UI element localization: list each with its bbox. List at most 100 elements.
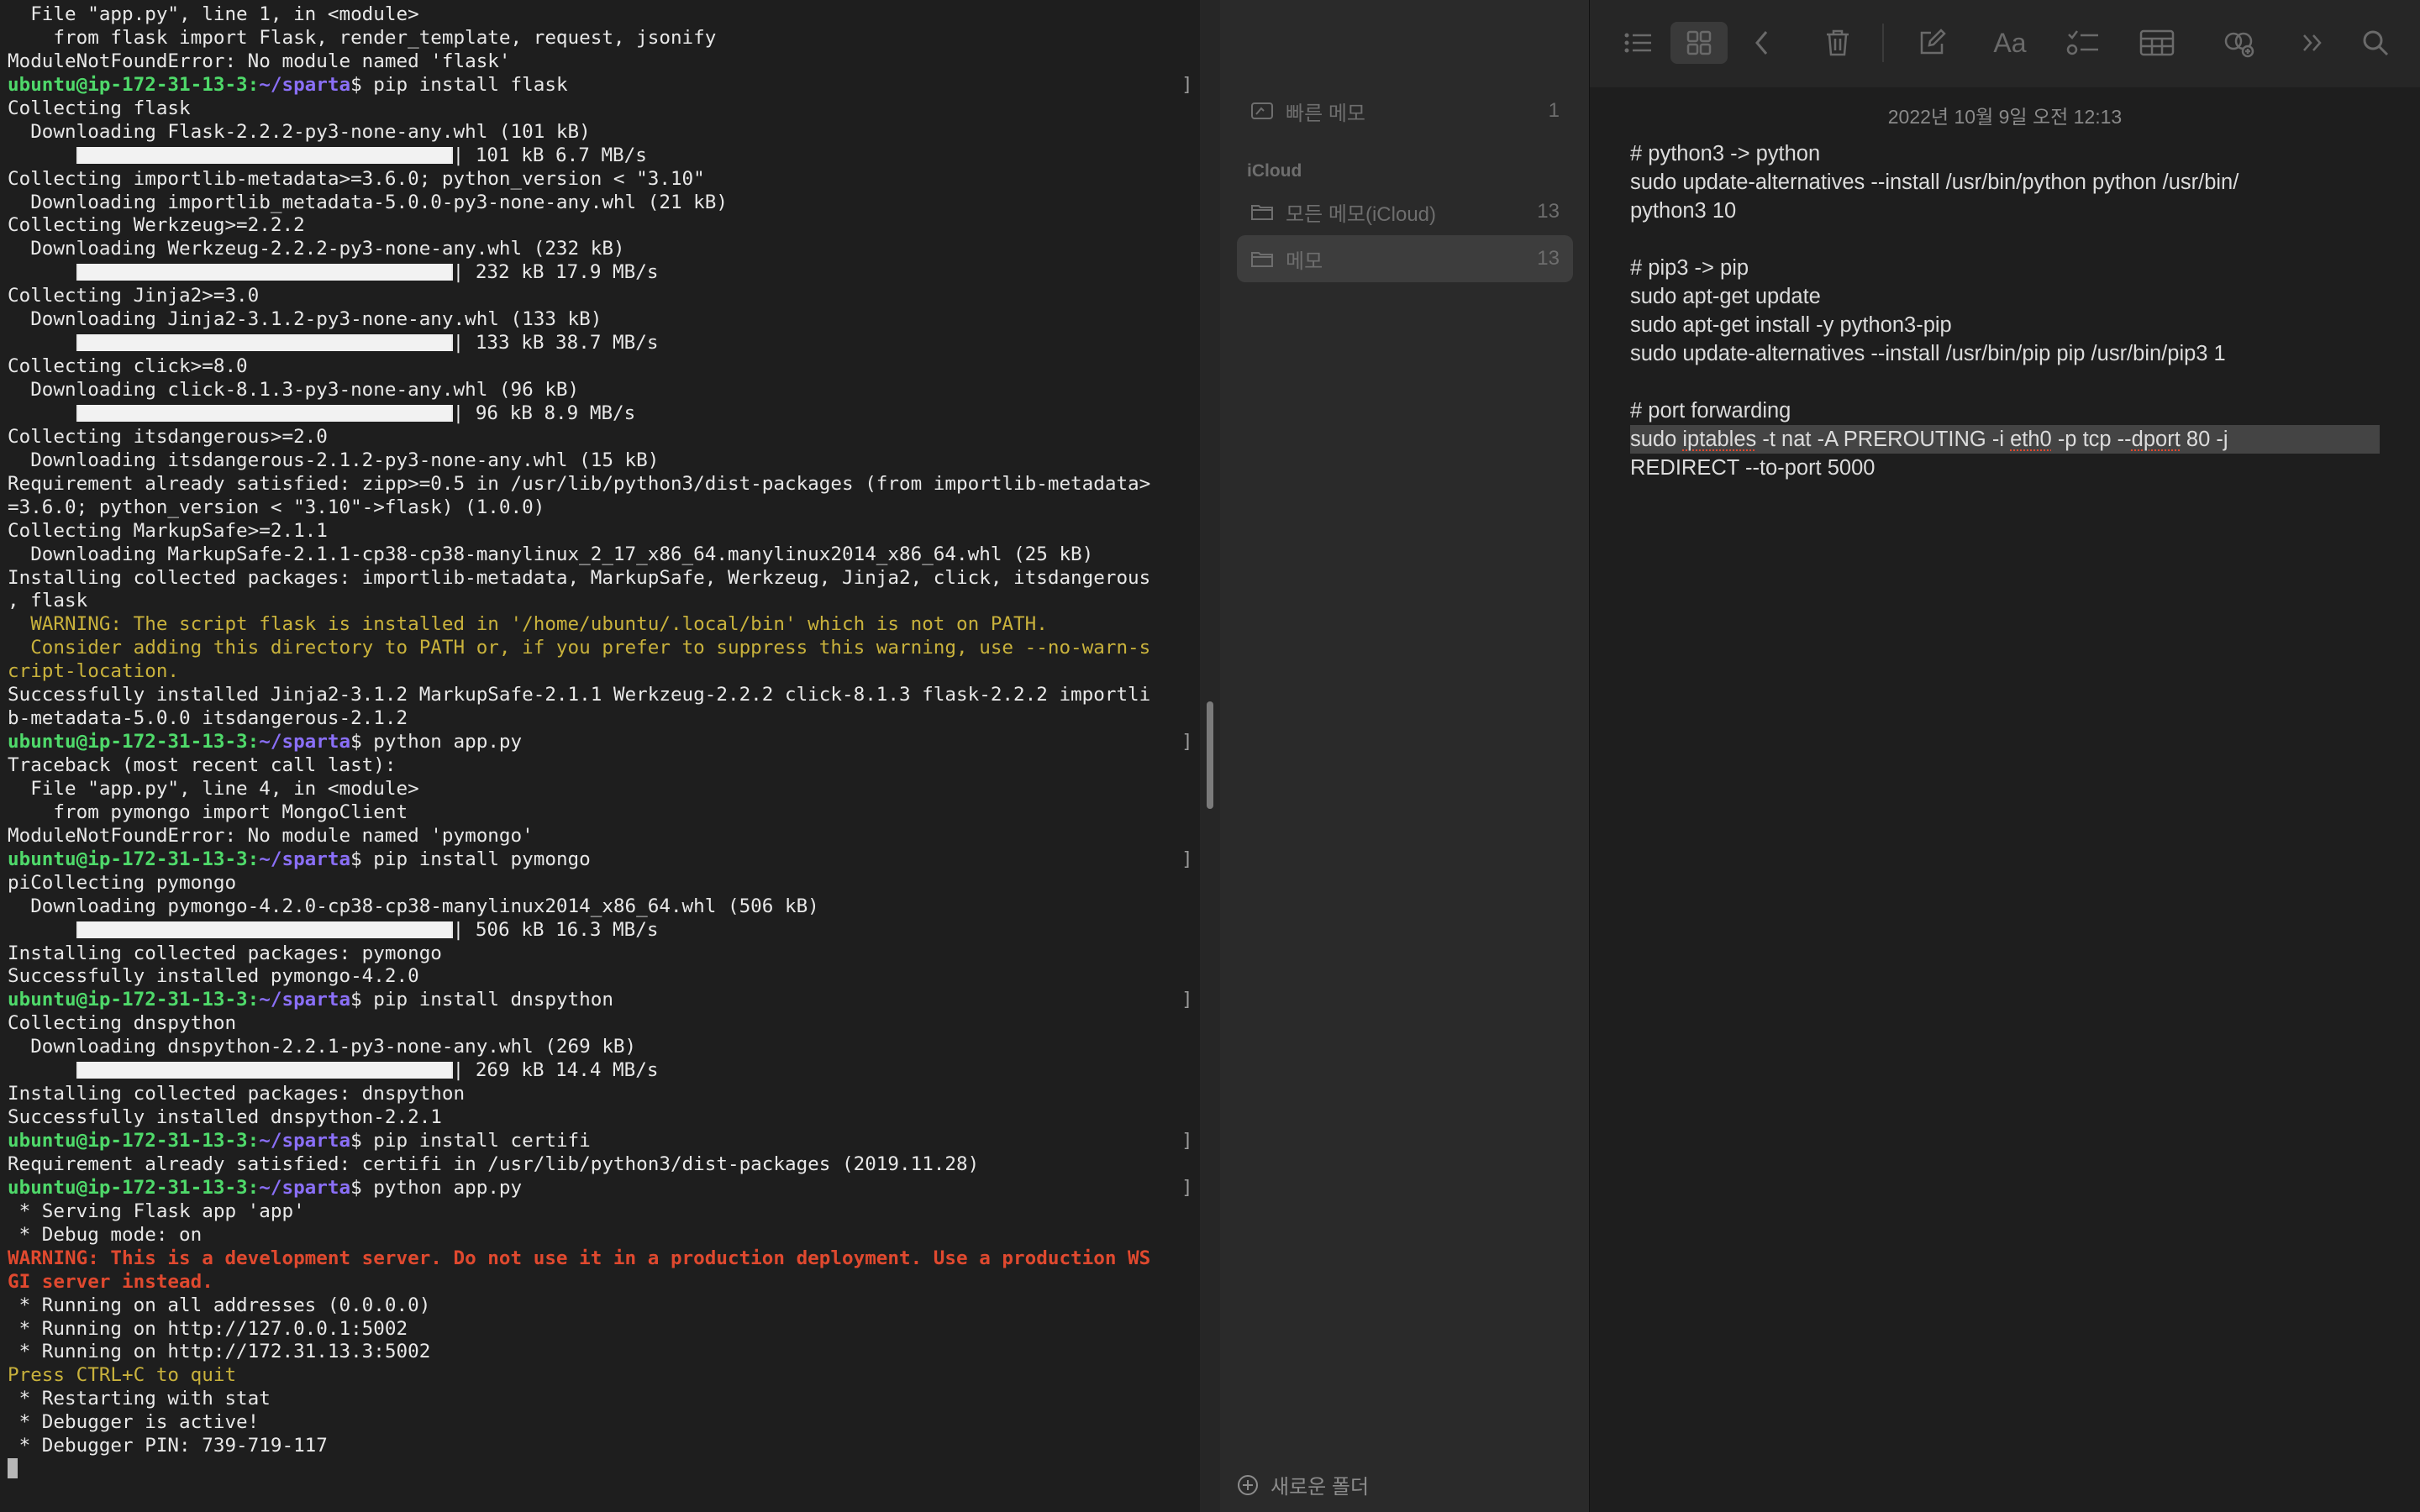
grid-icon — [1686, 30, 1712, 55]
folder-notes[interactable]: 메모 13 — [1237, 235, 1573, 282]
terminal-prompt-line: ubuntu@ip-172-31-13-3:~/sparta$ pip inst… — [8, 848, 1193, 872]
download-progress-line: | 96 kB 8.9 MB/s — [8, 402, 1150, 426]
folder-label: 모든 메모(iCloud) — [1286, 202, 1437, 226]
quick-note-icon — [1251, 102, 1273, 119]
terminal-text: Requirement already satisfied: certifi i… — [8, 1152, 980, 1175]
selected-note-line: sudo iptables -t nat -A PREROUTING -i et… — [1630, 425, 2380, 454]
terminal-line: WARNING: This is a development server. D… — [8, 1247, 1150, 1271]
terminal-line: * Debugger is active! — [8, 1411, 1150, 1435]
prompt-separator: : — [247, 1176, 260, 1199]
note-line — [1630, 368, 2386, 396]
checklist-button[interactable] — [2062, 22, 2104, 64]
delete-button[interactable] — [1817, 22, 1859, 64]
prompt-path: ~/sparta — [259, 73, 351, 96]
new-folder-label: 새로운 폴더 — [1270, 1476, 1370, 1499]
terminal-line: Downloading MarkupSafe-2.1.1-cp38-cp38-m… — [8, 543, 1150, 567]
terminal-line: Successfully installed pymongo-4.2.0 — [8, 965, 1150, 989]
more-button[interactable] — [2296, 22, 2329, 64]
terminal-text: Downloading click-8.1.3-py3-none-any.whl… — [8, 379, 580, 401]
terminal-scrollbar[interactable] — [1207, 701, 1213, 809]
terminal-text: Traceback (most recent call last): — [8, 754, 397, 776]
prompt-path: ~/sparta — [259, 989, 351, 1011]
folder-quick-note[interactable]: 빠른 메모 1 — [1237, 87, 1573, 134]
prompt-user: ubuntu@ip-172-31-13-3 — [8, 1176, 248, 1199]
text-segment: sudo — [1630, 428, 1683, 451]
progress-bar — [76, 146, 453, 164]
terminal-line: GI server instead. — [8, 1271, 1150, 1294]
folder-label: 메모 — [1286, 249, 1323, 273]
back-button[interactable] — [1741, 22, 1783, 64]
prompt-bracket: ] — [1181, 848, 1193, 870]
download-progress-line: | 232 kB 17.9 MB/s — [8, 261, 1150, 285]
terminal-text: Downloading MarkupSafe-2.1.1-cp38-cp38-m… — [8, 543, 1094, 565]
terminal-text: WARNING: This is a development server. D… — [8, 1247, 1151, 1269]
prompt-user: ubuntu@ip-172-31-13-3 — [8, 731, 248, 753]
format-button[interactable]: Aa — [1986, 22, 2033, 64]
terminal-prompt-line: ubuntu@ip-172-31-13-3:~/sparta$ pip inst… — [8, 73, 1193, 97]
progress-text: | 506 kB 16.3 MB/s — [452, 918, 659, 941]
prompt-path: ~/sparta — [259, 1176, 351, 1199]
terminal-line: Successfully installed dnspython-2.2.1 — [8, 1106, 1150, 1130]
table-button[interactable] — [2136, 22, 2178, 64]
terminal-line: Installing collected packages: dnspython — [8, 1083, 1150, 1106]
terminal-line: Collecting importlib-metadata>=3.6.0; py… — [8, 168, 1150, 192]
selected-note-line: REDIRECT --to-port 5000 — [1630, 456, 1876, 480]
terminal-line: Successfully installed Jinja2-3.1.2 Mark… — [8, 684, 1150, 707]
gallery-view-button[interactable] — [1670, 22, 1728, 64]
collaborate-button[interactable] — [2218, 22, 2260, 64]
terminal-window[interactable]: File "app.py", line 1, in <module> from … — [0, 0, 1200, 1512]
terminal-line: , flask — [8, 590, 1150, 613]
prompt-separator: : — [247, 848, 260, 870]
note-line: sudo update-alternatives --install /usr/… — [1630, 171, 2239, 194]
terminal-text: File "app.py", line 1, in <module> — [8, 3, 419, 25]
prompt-user: ubuntu@ip-172-31-13-3 — [8, 848, 248, 870]
progress-bar — [76, 334, 453, 352]
terminal-text: from flask import Flask, render_template… — [8, 26, 717, 49]
icloud-section-label: iCloud — [1247, 161, 1302, 181]
note-line: sudo apt-get update — [1630, 285, 1821, 308]
terminal-line: File "app.py", line 4, in <module> — [8, 778, 1150, 801]
terminal-line: Press CTRL+C to quit — [8, 1364, 1150, 1388]
terminal-text: =3.6.0; python_version < "3.10"->flask) … — [8, 496, 545, 518]
terminal-line: Collecting dnspython — [8, 1012, 1150, 1036]
text-format-icon: Aa — [1993, 27, 2027, 58]
terminal-prompt-line: ubuntu@ip-172-31-13-3:~/sparta$ pip inst… — [8, 989, 1193, 1012]
terminal-command: $ pip install flask — [350, 73, 568, 96]
terminal-text: Collecting flask — [8, 97, 191, 119]
terminal-command: $ python app.py — [350, 731, 523, 753]
terminal-text: Downloading Werkzeug-2.2.2-py3-none-any.… — [8, 238, 625, 260]
folder-count: 13 — [1537, 200, 1560, 223]
terminal-line: * Running on http://172.31.13.3:5002 — [8, 1341, 1150, 1364]
notes-toolbar: Aa — [1590, 0, 2420, 87]
search-button[interactable] — [2354, 22, 2396, 64]
prompt-separator: : — [247, 73, 260, 96]
terminal-line: Downloading itsdangerous-2.1.2-py3-none-… — [8, 449, 1150, 473]
plus-circle-icon — [1238, 1474, 1258, 1495]
terminal-text: * Restarting with stat — [8, 1388, 271, 1410]
compose-button[interactable] — [1911, 22, 1953, 64]
note-line: python3 10 — [1630, 199, 1737, 223]
terminal-line: piCollecting pymongo — [8, 872, 1150, 895]
prompt-user: ubuntu@ip-172-31-13-3 — [8, 989, 248, 1011]
list-view-button[interactable] — [1617, 22, 1659, 64]
new-folder-button[interactable]: 새로운 폴더 — [1237, 1470, 1369, 1499]
list-icon — [1624, 33, 1651, 53]
text-segment: -t nat -A PREROUTING -i — [1756, 428, 2011, 451]
note-body[interactable]: # python3 -> python sudo update-alternat… — [1630, 139, 2386, 482]
prompt-separator: : — [247, 731, 260, 753]
progress-text: | 269 kB 14.4 MB/s — [452, 1059, 659, 1082]
note-line: sudo apt-get install -y python3-pip — [1630, 313, 1952, 337]
note-line: # port forwarding — [1630, 399, 1791, 423]
chevron-left-icon — [1755, 31, 1768, 55]
folder-all-icloud[interactable]: 모든 메모(iCloud) 13 — [1237, 188, 1573, 235]
terminal-prompt-line: ubuntu@ip-172-31-13-3:~/sparta$ python a… — [8, 1176, 1193, 1200]
terminal-line: cript-location. — [8, 660, 1150, 684]
note-editor: Aa 2022년 10월 9일 오전 12:13 # python3 -> py… — [1590, 0, 2420, 1512]
terminal-text: Collecting itsdangerous>=2.0 — [8, 425, 328, 448]
terminal-text: Successfully installed Jinja2-3.1.2 Mark… — [8, 684, 1151, 706]
download-progress-line: | 101 kB 6.7 MB/s — [8, 144, 1150, 168]
terminal-line: File "app.py", line 1, in <module> — [8, 3, 1150, 27]
folder-count: 1 — [1548, 99, 1560, 122]
terminal-text: * Debugger is active! — [8, 1411, 260, 1434]
terminal-text: , flask — [8, 590, 88, 612]
